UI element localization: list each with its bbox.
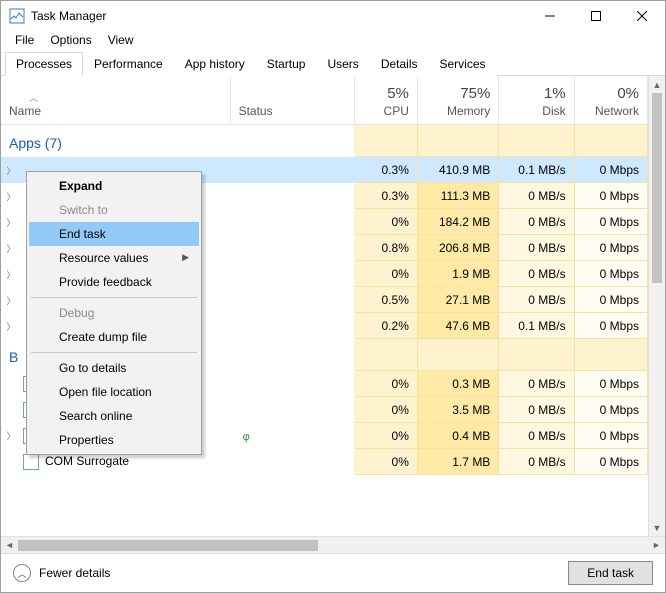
fewer-details-button[interactable]: ︿ Fewer details: [13, 564, 110, 582]
col-status[interactable]: Status: [230, 76, 354, 124]
expand-icon[interactable]: 〉: [5, 268, 17, 281]
ctx-switch-to: Switch to: [29, 198, 199, 222]
chevron-right-icon: ▶: [182, 252, 189, 263]
tab-app-history[interactable]: App history: [174, 52, 256, 76]
scroll-up-icon[interactable]: ▲: [649, 76, 665, 93]
ctx-expand[interactable]: Expand: [29, 174, 199, 198]
menu-file[interactable]: File: [7, 31, 42, 51]
leaf-icon: φ: [243, 431, 250, 443]
expand-icon[interactable]: 〉: [5, 320, 17, 333]
expand-icon[interactable]: 〉: [5, 164, 17, 177]
window-title: Task Manager: [31, 9, 527, 23]
scroll-thumb[interactable]: [652, 93, 662, 283]
expand-icon[interactable]: 〉: [5, 429, 17, 442]
expand-icon[interactable]: 〉: [5, 294, 17, 307]
end-task-button[interactable]: End task: [568, 561, 653, 585]
context-menu[interactable]: ExpandSwitch toEnd taskResource values▶P…: [26, 171, 202, 455]
scroll-thumb-h[interactable]: [18, 540, 318, 551]
scroll-left-icon[interactable]: ◄: [1, 537, 18, 553]
ctx-end-task[interactable]: End task: [29, 222, 199, 246]
expand-icon[interactable]: 〉: [5, 242, 17, 255]
scroll-down-icon[interactable]: ▼: [649, 519, 665, 536]
col-memory[interactable]: 75%Memory: [417, 76, 498, 124]
menubar: File Options View: [1, 31, 665, 51]
tab-services[interactable]: Services: [429, 52, 497, 76]
ctx-provide-feedback[interactable]: Provide feedback: [29, 270, 199, 294]
ctx-open-file-location[interactable]: Open file location: [29, 380, 199, 404]
menu-view[interactable]: View: [100, 31, 142, 51]
separator: [31, 352, 197, 353]
col-name[interactable]: ︿Name: [1, 76, 230, 124]
tab-details[interactable]: Details: [370, 52, 429, 76]
vertical-scrollbar[interactable]: ▲ ▼: [648, 76, 665, 536]
col-cpu[interactable]: 5%CPU: [354, 76, 417, 124]
horizontal-scrollbar[interactable]: ◄ ►: [1, 536, 665, 553]
ctx-create-dump-file[interactable]: Create dump file: [29, 325, 199, 349]
ctx-debug: Debug: [29, 301, 199, 325]
separator: [31, 297, 197, 298]
tab-processes[interactable]: Processes: [5, 52, 83, 76]
group-apps[interactable]: Apps (7): [1, 124, 648, 157]
ctx-go-to-details[interactable]: Go to details: [29, 356, 199, 380]
close-button[interactable]: [619, 1, 665, 31]
titlebar: Task Manager: [1, 1, 665, 31]
tab-startup[interactable]: Startup: [256, 52, 317, 76]
tabs: Processes Performance App history Startu…: [1, 51, 665, 76]
col-disk[interactable]: 1%Disk: [499, 76, 574, 124]
tab-performance[interactable]: Performance: [83, 52, 174, 76]
expand-icon[interactable]: 〉: [5, 190, 17, 203]
col-network[interactable]: 0%Network: [574, 76, 647, 124]
sort-indicator-icon: ︿: [29, 91, 38, 104]
expand-icon[interactable]: 〉: [5, 216, 17, 229]
ctx-search-online[interactable]: Search online: [29, 404, 199, 428]
app-icon: [9, 8, 25, 24]
maximize-button[interactable]: [573, 1, 619, 31]
ctx-properties[interactable]: Properties: [29, 428, 199, 452]
chevron-up-icon: ︿: [13, 564, 31, 582]
menu-options[interactable]: Options: [42, 31, 99, 51]
footer: ︿ Fewer details End task: [1, 553, 665, 592]
tab-users[interactable]: Users: [316, 52, 369, 76]
process-icon: [23, 454, 39, 470]
scroll-right-icon[interactable]: ►: [648, 537, 665, 553]
ctx-resource-values[interactable]: Resource values▶: [29, 246, 199, 270]
minimize-button[interactable]: [527, 1, 573, 31]
